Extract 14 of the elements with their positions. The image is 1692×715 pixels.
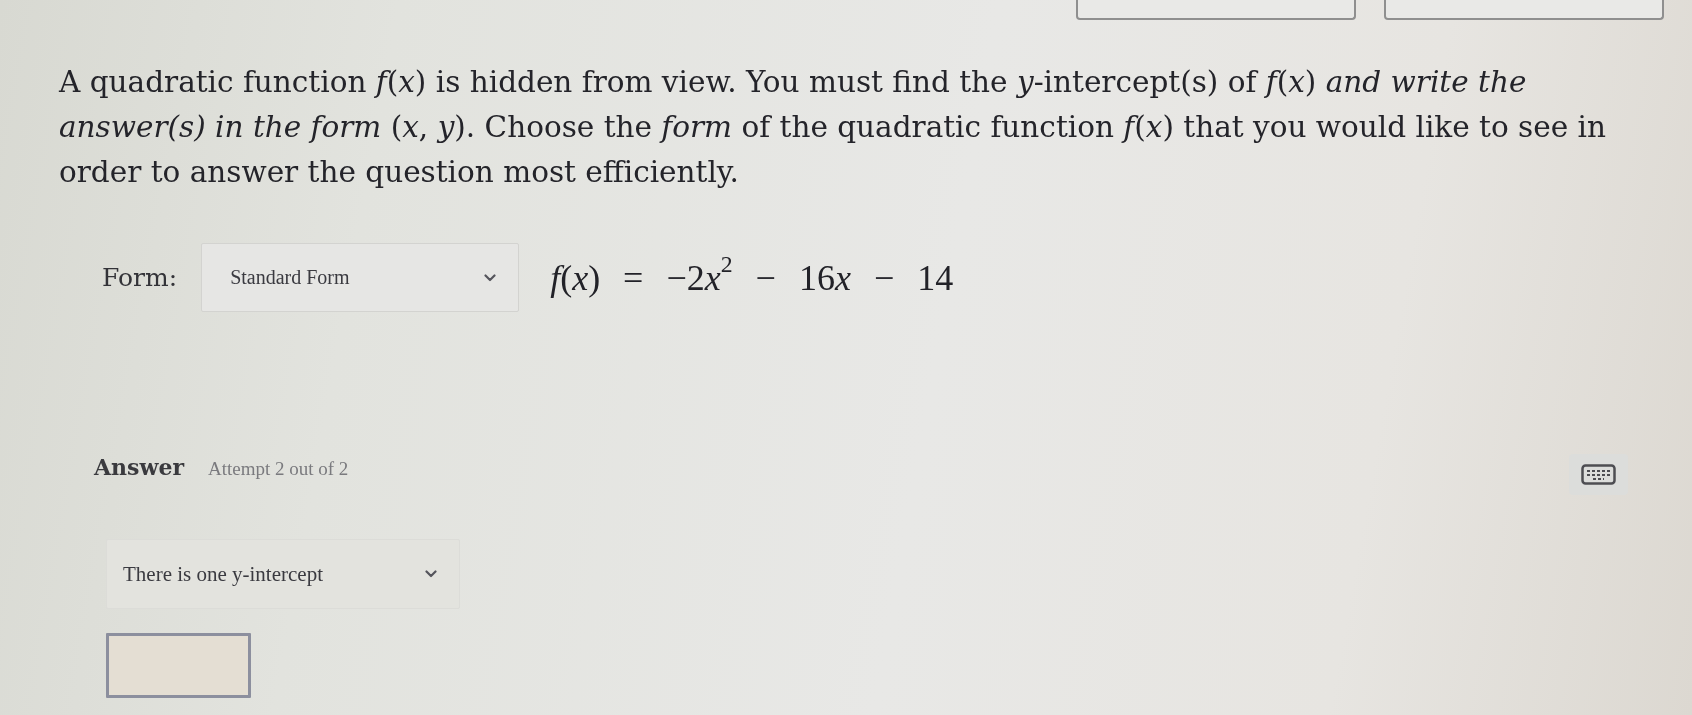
chevron-down-icon (425, 570, 437, 578)
answer-input-field[interactable] (106, 633, 251, 698)
header-button[interactable] (1384, 0, 1664, 20)
chevron-down-icon (484, 273, 497, 282)
intercept-count-select[interactable]: There is one y-intercept (106, 539, 460, 609)
keyboard-button[interactable] (1569, 454, 1628, 495)
keyboard-icon (1581, 464, 1616, 485)
form-label: Form: (102, 263, 178, 292)
header-button[interactable] (1076, 0, 1356, 20)
question-text: A quadratic function f(x) is hidden from view. You must find the y-intercept(s) of f(x) and write the answer(s) in the form (x, y). Choose the form of the quadratic function f(x) that you would like to see in order to answer the question most efficiently. (59, 64, 1607, 191)
answer-heading: Answer (94, 453, 184, 480)
attempt-counter: Attempt 2 out of 2 (208, 457, 349, 480)
form-select[interactable]: Standard Form (201, 243, 520, 312)
function-equation: f(x) = −2x$^{2}$ − 16x − 14 (550, 256, 954, 299)
